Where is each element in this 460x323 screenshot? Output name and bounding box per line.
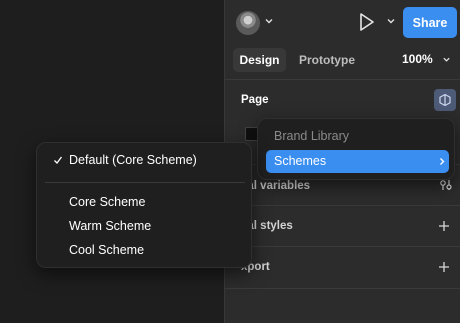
checkmark-icon [54,156,63,164]
scheme-menu: Default (Core Scheme) Core Scheme Warm S… [36,142,252,268]
menu-item-schemes[interactable]: Schemes [266,150,449,173]
tab-prototype[interactable]: Prototype [294,48,360,72]
section-title-page: Page [241,94,269,106]
play-icon[interactable] [358,12,376,32]
tab-design[interactable]: Design [233,48,286,72]
menu-separator [45,182,245,183]
divider [225,205,460,206]
chevron-down-icon[interactable] [386,16,396,26]
divider [225,288,460,289]
avatar[interactable] [236,11,260,35]
share-button[interactable]: Share [403,7,457,38]
library-button[interactable] [434,89,456,111]
library-icon [439,93,451,107]
chevron-right-icon [440,158,445,165]
plus-icon[interactable] [438,220,450,232]
divider [225,246,460,247]
menu-item-warm-scheme[interactable]: Warm Scheme [69,219,151,233]
menu-item-core-scheme[interactable]: Core Scheme [69,195,145,209]
plus-icon[interactable] [438,261,450,273]
variables-icon[interactable] [439,178,453,192]
menu-item-label: Schemes [274,154,327,168]
zoom-level[interactable]: 100% [402,52,433,66]
divider [225,79,460,80]
menu-item-cool-scheme[interactable]: Cool Scheme [69,243,144,257]
library-menu: Brand Library Schemes [257,118,455,180]
menu-item-brand-library[interactable]: Brand Library [274,129,349,143]
chevron-down-icon[interactable] [264,16,274,26]
menu-item-default-scheme[interactable]: Default (Core Scheme) [69,153,197,167]
chevron-down-icon[interactable] [442,55,451,64]
